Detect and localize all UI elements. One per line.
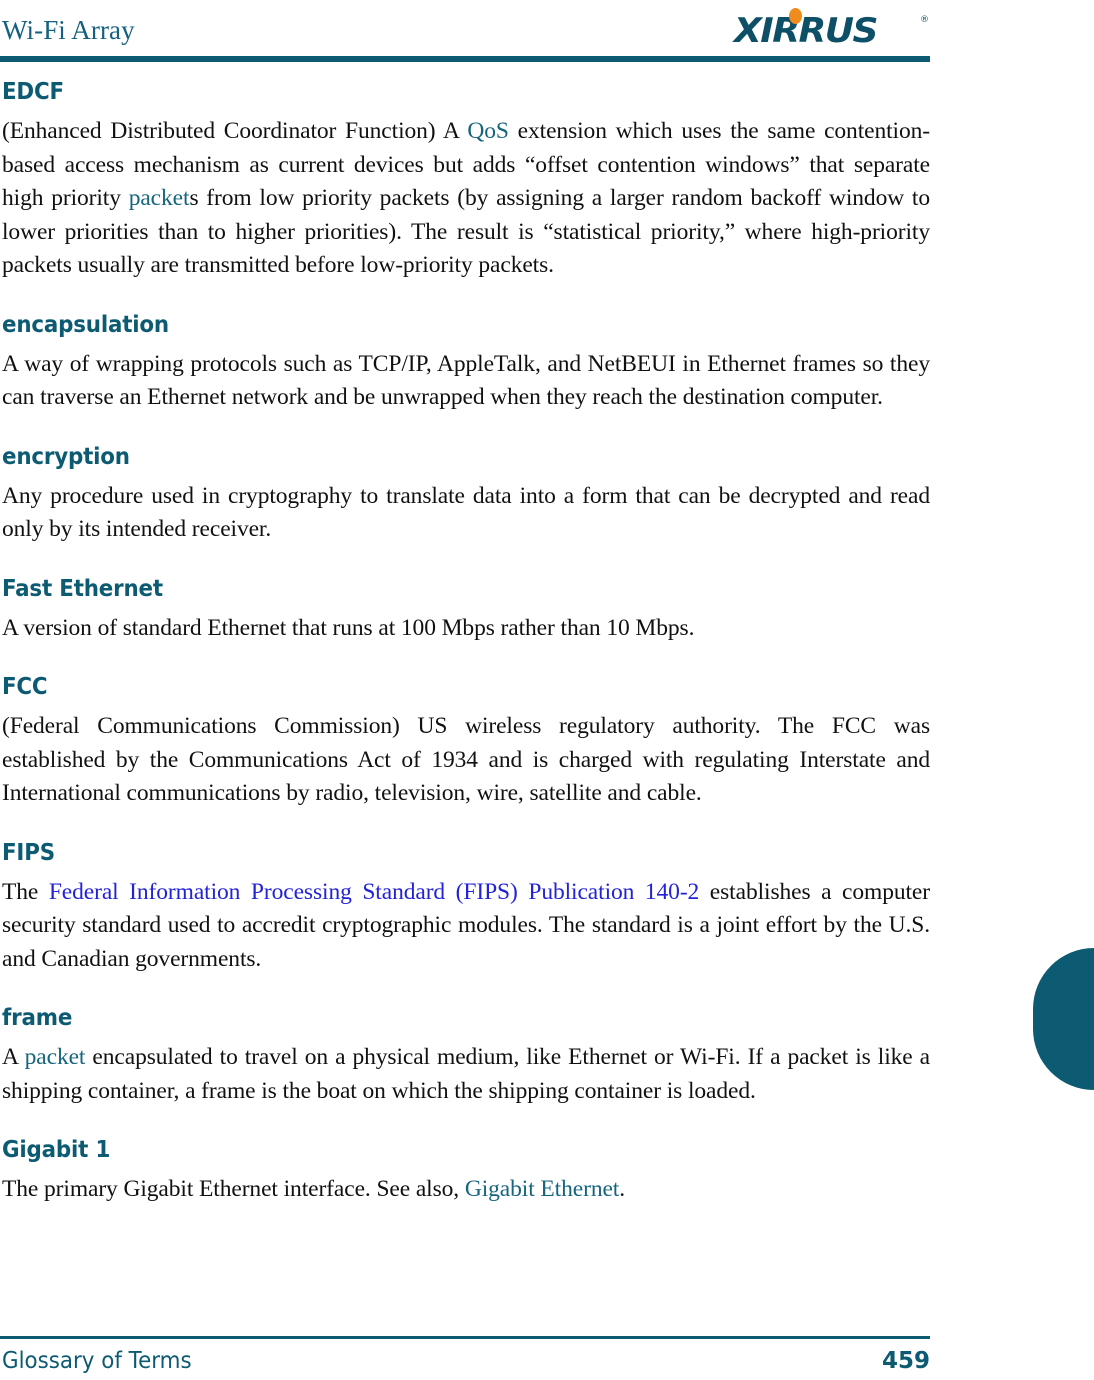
footer-section-label: Glossary of Terms	[2, 1348, 192, 1374]
document-page: Wi-Fi Array XIRRUS ® EDCF (Enhanced Dist…	[0, 0, 1094, 1380]
term-definition-edcf: (Enhanced Distributed Coordinator Functi…	[2, 115, 930, 283]
xref-link-gigabit-ethernet[interactable]: Gigabit Ethernet	[465, 1176, 619, 1202]
term-heading-encryption: encryption	[2, 443, 130, 470]
definition-text-part: encapsulated to travel on a physical med…	[2, 1044, 930, 1104]
term-definition-fips: The Federal Information Processing Stand…	[2, 876, 930, 977]
term-heading-fcc: FCC	[2, 674, 48, 700]
glossary-entry-fips: FIPS The Federal Information Processing …	[2, 839, 930, 977]
term-heading-fips: FIPS	[2, 839, 55, 866]
page-header: Wi-Fi Array XIRRUS ®	[0, 0, 1094, 62]
document-title: Wi-Fi Array	[2, 15, 135, 45]
term-definition-fast-ethernet: A version of standard Ethernet that runs…	[2, 614, 695, 641]
definition-text-part: (Enhanced Distributed Coordinator Functi…	[2, 118, 468, 144]
page-footer: Glossary of Terms 459	[0, 1346, 930, 1380]
term-definition-gigabit-1: The primary Gigabit Ethernet interface. …	[2, 1173, 930, 1207]
glossary-entry-frame: frame A packet encapsulated to travel on…	[2, 1004, 930, 1108]
term-heading-encapsulation: encapsulation	[2, 311, 169, 338]
footer-divider	[0, 1336, 930, 1339]
glossary-entry-fcc: FCC (Federal Communications Commission) …	[2, 673, 930, 811]
term-heading-gigabit-1: Gigabit 1	[2, 1137, 111, 1163]
xirrus-logo-wordmark: XIRRUS	[734, 11, 879, 51]
footer-page-number: 459	[881, 1348, 930, 1374]
term-definition-fcc: (Federal Communications Commission) US w…	[2, 713, 930, 806]
definition-text-part: A	[2, 1044, 25, 1070]
term-definition-encryption: Any procedure used in cryptography to tr…	[2, 482, 930, 543]
external-link-fips-publication[interactable]: Federal Information Processing Standard …	[49, 879, 699, 905]
definition-text-part: The	[2, 878, 49, 905]
xref-link-qos[interactable]: QoS	[467, 118, 509, 144]
term-heading-frame: frame	[2, 1005, 73, 1031]
xirrus-logo: XIRRUS ®	[734, 6, 930, 48]
glossary-entry-encryption: encryption Any procedure used in cryptog…	[2, 443, 930, 547]
glossary-content: EDCF (Enhanced Distributed Coordinator F…	[2, 78, 930, 1207]
term-definition-frame: A packet encapsulated to travel on a phy…	[2, 1041, 930, 1108]
term-heading-edcf: EDCF	[2, 79, 64, 105]
header-divider	[0, 56, 930, 62]
term-heading-fast-ethernet: Fast Ethernet	[2, 575, 163, 602]
xirrus-logo-dot-icon	[789, 8, 802, 24]
definition-text-part: .	[619, 1176, 626, 1202]
term-definition-encapsulation: A way of wrapping protocols such as TCP/…	[2, 350, 930, 411]
glossary-entry-fast-ethernet: Fast Ethernet A version of standard Ethe…	[2, 575, 930, 646]
xref-link-packet[interactable]: packet	[25, 1044, 86, 1070]
definition-text-part: The primary Gigabit Ethernet interface. …	[2, 1176, 465, 1202]
glossary-entry-encapsulation: encapsulation A way of wrapping protocol…	[2, 311, 930, 415]
registered-trademark-icon: ®	[920, 15, 929, 25]
glossary-entry-edcf: EDCF (Enhanced Distributed Coordinator F…	[2, 78, 930, 283]
thumb-index-tab	[1033, 948, 1094, 1090]
xref-link-packet[interactable]: packet	[129, 185, 190, 211]
glossary-entry-gigabit-1: Gigabit 1 The primary Gigabit Ethernet i…	[2, 1136, 930, 1207]
